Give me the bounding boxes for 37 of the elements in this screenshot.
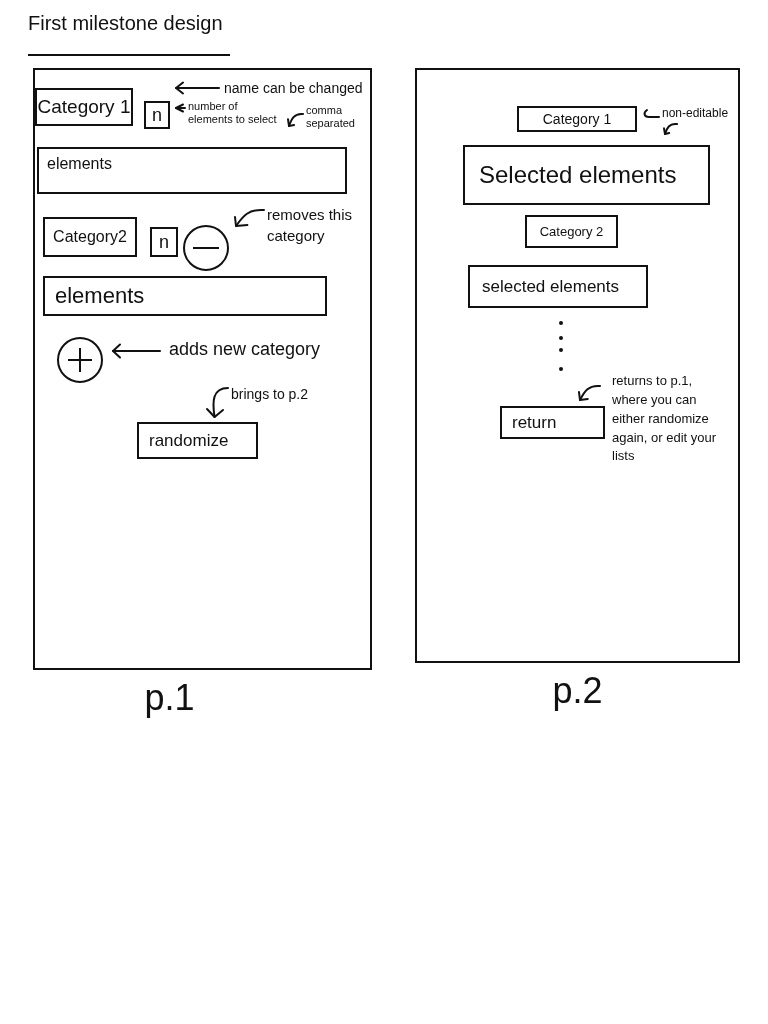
plus-icon — [67, 347, 93, 374]
annotation-text: removes this category — [267, 205, 354, 247]
annotation-text: returns to p.1, where you can either randomize again, or edit your lists — [612, 372, 718, 466]
curved-arrow-icon — [205, 385, 229, 420]
count-field[interactable]: n — [144, 101, 170, 129]
category-name-field[interactable]: Category2 — [43, 217, 137, 258]
category-label: Category 1 — [517, 106, 637, 132]
category-label: Category 2 — [525, 215, 618, 248]
count-field[interactable]: n — [150, 227, 178, 258]
annotation-text: number of elements to select — [188, 100, 278, 126]
arrow-icon — [111, 343, 161, 360]
annotation-text: non-editable — [662, 106, 729, 120]
annotation-text: adds new category — [169, 338, 321, 362]
category-name-field[interactable]: Category 1 — [35, 88, 133, 126]
annotation-text: comma separated — [306, 104, 356, 131]
page-label: p.1 — [144, 678, 195, 718]
curved-arrow-icon — [577, 384, 601, 402]
annotation-text: name can be changed — [224, 79, 363, 98]
remove-button[interactable] — [183, 225, 229, 272]
elements-field[interactable]: elements — [43, 276, 327, 317]
selected-elements-box: selected elements — [468, 265, 648, 308]
arrow-icon — [174, 81, 220, 95]
randomize-button[interactable]: randomize — [137, 422, 258, 460]
curved-arrow-icon — [286, 112, 304, 128]
add-button[interactable] — [57, 337, 103, 384]
arrow-icon — [174, 103, 186, 113]
hook-line-icon — [642, 108, 660, 120]
minus-icon — [192, 246, 220, 251]
page-label: p.2 — [552, 671, 603, 711]
page-title: First milestone design — [28, 11, 223, 36]
vertical-ellipsis-icon — [558, 320, 564, 372]
selected-elements-box: Selected elements — [463, 145, 710, 205]
curved-arrow-icon — [662, 122, 678, 136]
curved-arrow-icon — [233, 208, 265, 229]
return-button[interactable]: return — [500, 406, 605, 439]
annotation-text: brings to p.2 — [231, 385, 309, 404]
elements-field[interactable]: elements — [37, 147, 347, 195]
